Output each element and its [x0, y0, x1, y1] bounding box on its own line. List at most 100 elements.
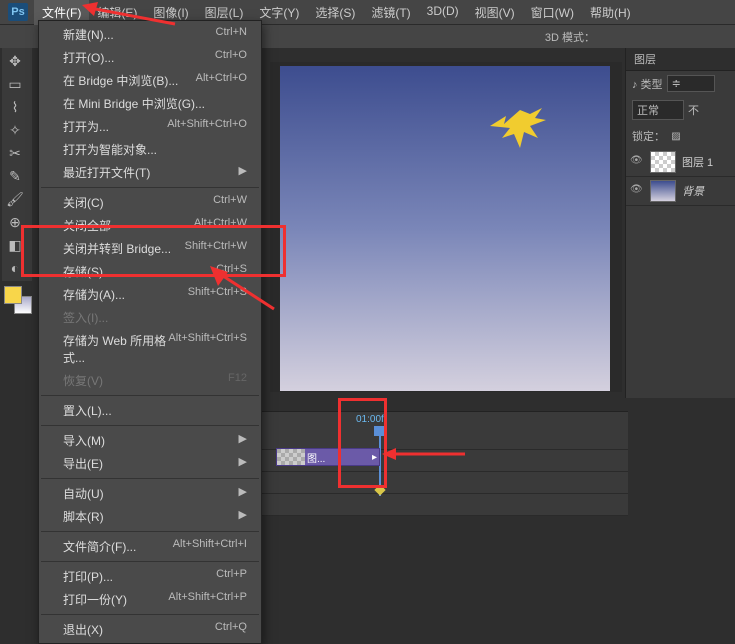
menu-item[interactable]: 最近打开文件(T)▶ [39, 161, 261, 184]
layer-row[interactable]: 👁 图层 1 [626, 148, 735, 177]
menu-item[interactable]: 存储为 Web 所用格式...Alt+Shift+Ctrl+S [39, 329, 261, 369]
menu-item[interactable]: 存储为(A)... Shift+Ctrl+S [39, 283, 261, 306]
stamp-tool-icon[interactable]: ⊕ [2, 211, 28, 233]
menu-3d[interactable]: 3D(D) [419, 0, 467, 25]
menu-item[interactable]: 自动(U) ▶ [39, 482, 261, 505]
shortcut-label: Ctrl+Q [215, 621, 247, 638]
menu-separator [41, 187, 259, 188]
playhead-time-label: 01:00f [356, 414, 384, 425]
menu-item[interactable]: 关闭并转到 Bridge... Shift+Ctrl+W [39, 237, 261, 260]
shortcut-label: Shift+Ctrl+W [185, 240, 247, 257]
blend-mode-select[interactable]: 正常 [632, 100, 684, 120]
shortcut-label: Alt+Ctrl+W [194, 217, 247, 234]
layer-name-label: 图层 1 [682, 154, 713, 170]
menu-item-label: 文件简介(F)... [63, 538, 136, 555]
menu-item[interactable]: 导出(E) ▶ [39, 452, 261, 475]
shortcut-label: Ctrl+P [216, 568, 247, 585]
menu-item-label: 存储为(A)... [63, 286, 125, 303]
move-tool-icon[interactable]: ✥ [2, 50, 28, 72]
wand-tool-icon[interactable]: ✧ [2, 119, 28, 141]
crop-tool-icon[interactable]: ✂ [2, 142, 28, 164]
menu-滤镜[interactable]: 滤镜(T) [363, 0, 418, 25]
menu-item[interactable]: 文件简介(F)...Alt+Shift+Ctrl+I [39, 535, 261, 558]
shortcut-label: Alt+Ctrl+O [196, 72, 247, 89]
menu-item-label: 在 Bridge 中浏览(B)... [63, 72, 178, 89]
menu-item[interactable]: 置入(L)... [39, 399, 261, 422]
tools-panel: ✥ ▭ ⌇ ✧ ✂ ✎ 🖌 ⊕ ◧ ◐ [2, 48, 32, 281]
shortcut-label: Alt+Shift+Ctrl+S [168, 332, 247, 366]
menu-窗口[interactable]: 窗口(W) [523, 0, 582, 25]
layer-name-label: 背景 [682, 183, 704, 199]
brush-tool-icon[interactable]: 🖌 [2, 188, 28, 210]
eraser-tool-icon[interactable]: ◧ [2, 234, 28, 256]
shortcut-label: Shift+Ctrl+S [188, 286, 247, 303]
menu-item-label: 签入(I)... [63, 309, 108, 326]
menu-item[interactable]: 在 Bridge 中浏览(B)... Alt+Ctrl+O [39, 69, 261, 92]
gradient-tool-icon[interactable]: ◐ [2, 257, 28, 279]
menu-item-label: 导出(E) [63, 455, 103, 472]
menu-item-label: 关闭并转到 Bridge... [63, 240, 171, 257]
lock-label: 锁定： [632, 128, 665, 144]
layer-thumbnail [650, 151, 676, 173]
filter-dropdown[interactable]: ≑ [667, 75, 715, 92]
shortcut-label: Ctrl+W [213, 194, 247, 211]
menu-视图[interactable]: 视图(V) [467, 0, 523, 25]
menu-item[interactable]: 打印一份(Y) Alt+Shift+Ctrl+P [39, 588, 261, 611]
visibility-eye-icon[interactable]: 👁 [630, 155, 644, 169]
menu-item[interactable]: 在 Mini Bridge 中浏览(G)... [39, 92, 261, 115]
submenu-arrow-icon: ▶ [239, 455, 247, 472]
clip-label: 图... [307, 450, 325, 465]
mode-label: 3D 模式： [545, 29, 595, 45]
menu-item[interactable]: 关闭(C) Ctrl+W [39, 191, 261, 214]
menu-item[interactable]: 存储(S) Ctrl+S [39, 260, 261, 283]
menu-item-label: 打印(P)... [63, 568, 113, 585]
layer-row[interactable]: 👁 背景 [626, 177, 735, 206]
menu-item-label: 关闭(C) [63, 194, 104, 211]
menu-separator [41, 478, 259, 479]
menu-item-label: 打印一份(Y) [63, 591, 127, 608]
menu-选择[interactable]: 选择(S) [307, 0, 363, 25]
menu-item-label: 打开为智能对象... [63, 141, 157, 158]
marquee-tool-icon[interactable]: ▭ [2, 73, 28, 95]
lasso-tool-icon[interactable]: ⌇ [2, 96, 28, 118]
menu-item-label: 自动(U) [63, 485, 104, 502]
menu-item[interactable]: 退出(X)Ctrl+Q [39, 618, 261, 641]
eyedropper-tool-icon[interactable]: ✎ [2, 165, 28, 187]
menu-item-label: 最近打开文件(T) [63, 164, 150, 181]
menu-item-label: 存储为 Web 所用格式... [63, 332, 168, 366]
menu-item[interactable]: 打开为智能对象... [39, 138, 261, 161]
shortcut-label: Ctrl+O [215, 49, 247, 66]
menu-item[interactable]: 关闭全部 Alt+Ctrl+W [39, 214, 261, 237]
document-canvas[interactable] [280, 66, 610, 391]
menu-item-label: 打开(O)... [63, 49, 114, 66]
foreground-color-swatch[interactable] [4, 286, 22, 304]
submenu-arrow-icon: ▶ [239, 485, 247, 502]
layers-panel: 图层 ♪ 类型 ≑ 正常 不 锁定： ▨ 👁图层 1👁背景 [625, 48, 735, 398]
menu-item[interactable]: 打开(O)... Ctrl+O [39, 46, 261, 69]
menu-item-label: 关闭全部 [63, 217, 111, 234]
panel-tab-layers[interactable]: 图层 [626, 48, 735, 71]
menu-separator [41, 614, 259, 615]
visibility-eye-icon[interactable]: 👁 [630, 184, 644, 198]
menu-separator [41, 561, 259, 562]
menu-item[interactable]: 打开为...Alt+Shift+Ctrl+O [39, 115, 261, 138]
timeline-clip[interactable]: 图... ▸ [276, 448, 380, 466]
menu-item-label: 存储(S) [63, 263, 103, 280]
menu-item[interactable]: 脚本(R)▶ [39, 505, 261, 528]
shortcut-label: Alt+Shift+Ctrl+O [167, 118, 247, 135]
submenu-arrow-icon: ▶ [239, 432, 247, 449]
menu-item-label: 新建(N)... [63, 26, 114, 43]
menu-帮助[interactable]: 帮助(H) [582, 0, 639, 25]
shortcut-label: Ctrl+S [216, 263, 247, 280]
shortcut-label: Alt+Shift+Ctrl+P [168, 591, 247, 608]
lock-icon[interactable]: ▨ [669, 129, 683, 143]
menu-item[interactable]: 新建(N)...Ctrl+N [39, 23, 261, 46]
chevron-right-icon: ▸ [372, 452, 377, 463]
menu-separator [41, 425, 259, 426]
canvas-area [270, 62, 622, 392]
menu-item[interactable]: 打印(P)... Ctrl+P [39, 565, 261, 588]
bird-shape-icon [480, 104, 550, 154]
menu-item-label: 恢复(V) [63, 372, 103, 389]
menu-item: 签入(I)... [39, 306, 261, 329]
menu-item[interactable]: 导入(M)▶ [39, 429, 261, 452]
